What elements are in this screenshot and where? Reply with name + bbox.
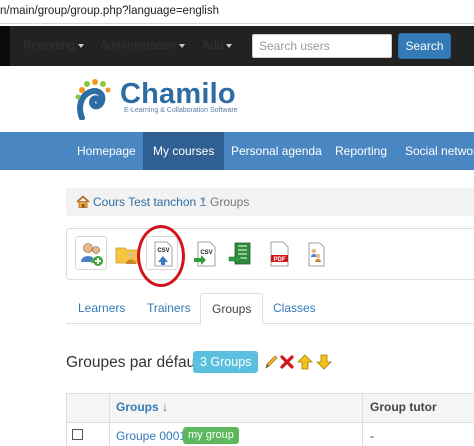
export-csv-button[interactable]: CSV <box>187 236 219 270</box>
chamilo-logo-icon[interactable] <box>74 78 118 120</box>
group-tutor-cell: - <box>370 429 374 443</box>
column-header-groups[interactable]: Groups ↓ <box>116 400 168 414</box>
breadcrumb-separator: / <box>202 195 206 209</box>
breadcrumb: Cours Test tanchon 1 / Groups <box>66 188 474 216</box>
tab-classes[interactable]: Classes <box>262 293 327 324</box>
add-group-icon <box>81 243 103 266</box>
nav-homepage[interactable]: Homepage <box>67 132 146 170</box>
group-tag-badge: my group <box>183 427 239 444</box>
export-pdf-icon: PDF <box>270 241 289 267</box>
tab-groups[interactable]: Groups <box>200 293 264 324</box>
column-header-group-tutor: Group tutor <box>370 400 437 414</box>
groups-count-badge: 3 Groups <box>193 351 259 373</box>
nav-social-network[interactable]: Social network <box>395 132 474 170</box>
svg-text:CSV: CSV <box>200 250 212 256</box>
move-up-icon[interactable] <box>297 353 313 371</box>
table-border-left <box>66 393 67 446</box>
nav-reporting[interactable]: Reporting <box>325 132 397 170</box>
chevron-down-icon <box>179 43 186 48</box>
main-navbar: Homepage My courses Personal agenda Repo… <box>0 132 474 170</box>
brand-tagline: E-Learning & Collaboration Software <box>124 107 238 114</box>
breadcrumb-current: Groups <box>210 195 250 209</box>
menu-reporting[interactable]: Reporting <box>23 38 85 52</box>
search-users-input[interactable] <box>252 34 392 58</box>
nav-my-courses[interactable]: My courses <box>143 132 225 170</box>
chevron-down-icon <box>78 43 85 48</box>
browser-url-bar[interactable]: n/main/group/group.php?language=english <box>0 0 474 24</box>
site-header <box>0 66 474 132</box>
export-csv-icon: CSV <box>194 241 216 267</box>
export-xls-icon <box>228 242 251 265</box>
home-icon <box>76 195 90 208</box>
menu-add[interactable]: Add <box>202 38 233 52</box>
delete-icon[interactable] <box>279 353 295 371</box>
svg-text:PDF: PDF <box>274 257 286 263</box>
move-down-icon[interactable] <box>316 353 332 371</box>
menu-administration-label: Administration <box>100 38 177 52</box>
menu-administration[interactable]: Administration <box>100 38 186 52</box>
menu-add-label: Add <box>202 38 224 52</box>
section-title: Groupes par défaut <box>66 354 200 371</box>
group-overview-button[interactable] <box>299 236 331 270</box>
chevron-down-icon <box>226 43 233 48</box>
edit-icon[interactable] <box>263 353 279 371</box>
add-group-button[interactable] <box>75 236 107 270</box>
tab-trainers[interactable]: Trainers <box>136 293 202 324</box>
group-name-link[interactable]: Groupe 0001 <box>116 429 186 443</box>
table-column-divider <box>109 393 110 446</box>
search-button[interactable]: Search <box>398 33 451 59</box>
nav-personal-agenda[interactable]: Personal agenda <box>221 132 332 170</box>
group-overview-icon <box>308 242 325 267</box>
highlight-annotation-circle <box>137 225 185 287</box>
export-pdf-button[interactable]: PDF <box>262 236 294 270</box>
export-xls-button[interactable] <box>223 236 255 270</box>
menu-reporting-label: Reporting <box>23 38 76 52</box>
tab-learners[interactable]: Learners <box>67 293 136 324</box>
row-select-checkbox[interactable] <box>72 429 83 440</box>
admin-bar-edge <box>0 26 10 66</box>
breadcrumb-course-link[interactable]: Cours Test tanchon 1 <box>93 195 206 209</box>
url-text: n/main/group/group.php?language=english <box>0 5 219 17</box>
table-column-divider <box>362 393 363 446</box>
